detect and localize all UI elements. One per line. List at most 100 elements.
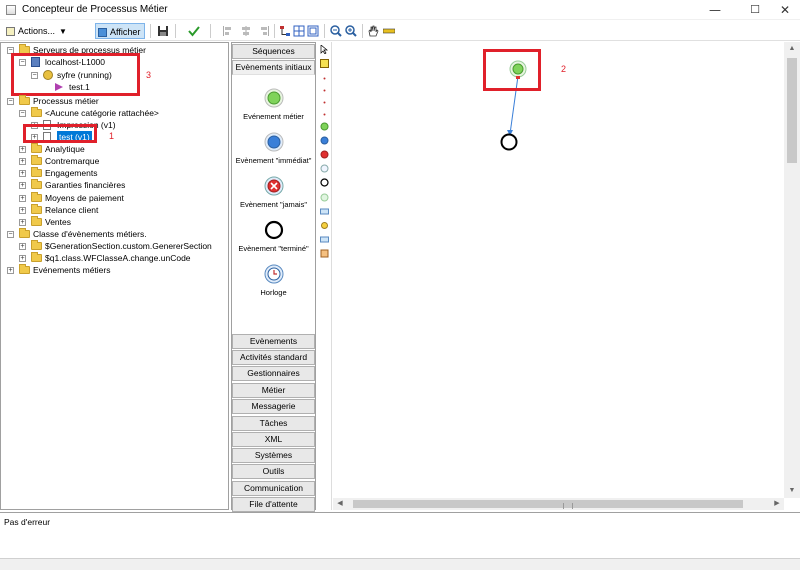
app-icon xyxy=(6,5,16,15)
zoom-in-icon[interactable] xyxy=(345,25,357,37)
afficher-label: Afficher xyxy=(110,27,141,37)
palette-tab-xml[interactable]: XML xyxy=(232,432,315,447)
folder-icon xyxy=(31,143,42,153)
element-mini-toolbar xyxy=(317,42,332,510)
save-icon[interactable] xyxy=(157,25,169,37)
process-diagram xyxy=(500,60,527,151)
never-event-small-icon[interactable] xyxy=(320,150,329,159)
minimize-button[interactable]: — xyxy=(695,0,735,20)
palette-tab-queue[interactable]: File d'attente xyxy=(232,497,315,512)
align-center-icon[interactable] xyxy=(240,25,252,37)
scroll-thumb[interactable] xyxy=(353,500,743,509)
palette-item-immediate-event[interactable]: Evènement "immédiat" xyxy=(232,132,315,165)
toolbar-separator xyxy=(362,24,363,38)
palette-item-label: Evènement "immédiat" xyxy=(235,156,312,165)
title-bar: Concepteur de Processus Métier — ☐ ✕ xyxy=(0,0,800,20)
folder-icon xyxy=(31,167,42,177)
light-event-small-icon[interactable] xyxy=(320,193,329,202)
process-canvas[interactable]: 2 xyxy=(333,42,784,498)
canvas-vertical-scrollbar[interactable]: ▲ ▼ xyxy=(784,42,800,498)
window-title: Concepteur de Processus Métier xyxy=(22,4,168,15)
scroll-down-arrow[interactable]: ▼ xyxy=(784,484,800,498)
scroll-thumb[interactable] xyxy=(787,58,797,163)
annotation-box-2 xyxy=(483,49,541,91)
scroll-grip xyxy=(563,503,573,509)
afficher-button[interactable]: Afficher xyxy=(95,23,145,39)
palette-item-business-event[interactable]: Evénement métier xyxy=(232,88,315,121)
frame-icon[interactable] xyxy=(307,25,319,37)
end-event-small-icon[interactable] xyxy=(320,178,329,187)
close-button[interactable]: ✕ xyxy=(765,0,800,20)
palette-tab-initial-events[interactable]: Evènements initiaux xyxy=(232,60,315,75)
grid-icon[interactable] xyxy=(293,25,305,37)
zoom-out-icon[interactable] xyxy=(330,25,342,37)
dot-red-icon[interactable] xyxy=(320,110,329,119)
toolbar-separator xyxy=(274,24,275,38)
start-event-small-icon[interactable] xyxy=(320,122,329,131)
actions-menu-button[interactable]: Actions... ▼ xyxy=(6,23,80,39)
palette-item-never-event[interactable]: Evènement "jamais" xyxy=(232,176,315,209)
annotation-box-1 xyxy=(23,124,97,143)
scroll-right-arrow[interactable]: ▶ xyxy=(770,498,784,510)
status-bar xyxy=(0,558,800,570)
folder-icon xyxy=(31,192,42,202)
annotation-label-2: 2 xyxy=(561,64,567,74)
note-icon[interactable] xyxy=(320,59,329,68)
palette-item-clock[interactable]: Horloge xyxy=(232,264,315,297)
dot-red-icon[interactable] xyxy=(320,74,329,83)
hand-pan-icon[interactable] xyxy=(367,25,379,37)
folder-icon xyxy=(31,216,42,226)
end-event-node[interactable] xyxy=(500,133,518,151)
scroll-up-arrow[interactable]: ▲ xyxy=(784,42,800,56)
palette-item-label: Evènement "jamais" xyxy=(239,200,308,209)
error-panel: Pas d'erreur xyxy=(0,512,800,558)
clock-icon xyxy=(264,264,283,284)
toolbar-separator xyxy=(210,24,211,38)
palette-panel: Séquences Evènements initiaux Evénement … xyxy=(231,42,316,512)
folder-icon xyxy=(31,155,42,165)
palette-tab-sequences[interactable]: Séquences xyxy=(232,44,315,59)
palette-item-label: Evènement "terminé" xyxy=(238,244,309,253)
never-event-icon xyxy=(264,176,283,196)
empty-event-small-icon[interactable] xyxy=(320,164,329,173)
start-event-icon xyxy=(264,88,283,108)
validate-check-icon[interactable] xyxy=(188,25,200,37)
gateway-small-icon[interactable] xyxy=(320,221,329,230)
palette-tab-handlers[interactable]: Gestionnaires xyxy=(232,366,315,381)
palette-tab-messaging[interactable]: Messagerie xyxy=(232,399,315,414)
canvas-horizontal-scrollbar[interactable]: ◀ ▶ xyxy=(333,498,784,510)
folder-icon xyxy=(19,95,30,105)
activity-small-icon[interactable] xyxy=(320,207,329,216)
palette-tab-communication[interactable]: Communication xyxy=(232,481,315,496)
annotation-label-3: 3 xyxy=(146,70,152,80)
actions-label: Actions... xyxy=(18,26,56,36)
palette-tab-standard-activities[interactable]: Activités standard xyxy=(232,350,315,365)
error-status-text: Pas d'erreur xyxy=(4,517,51,527)
scroll-left-arrow[interactable]: ◀ xyxy=(333,498,347,510)
dot-red-icon[interactable] xyxy=(320,86,329,95)
layout-tree-icon[interactable] xyxy=(279,25,291,37)
align-right-icon[interactable] xyxy=(258,25,270,37)
folder-icon xyxy=(19,228,30,238)
align-left-icon[interactable] xyxy=(222,25,234,37)
annotation-box-3 xyxy=(11,53,140,96)
palette-tab-tasks[interactable]: Tâches xyxy=(232,416,315,431)
folder-icon xyxy=(31,107,42,117)
immediate-event-small-icon[interactable] xyxy=(320,136,329,145)
palette-item-label: Evénement métier xyxy=(243,112,304,121)
palette-item-end-event[interactable]: Evènement "terminé" xyxy=(232,220,315,253)
immediate-event-icon xyxy=(264,132,283,152)
timer-small-icon[interactable] xyxy=(320,249,329,258)
palette-tab-events[interactable]: Evènements xyxy=(232,334,315,349)
toolbar: Actions... ▼ Afficher xyxy=(0,21,800,41)
actions-icon xyxy=(6,27,15,37)
process-tree-panel: − Serveurs de processus métier − localho… xyxy=(0,42,229,510)
palette-tab-tools[interactable]: Outils xyxy=(232,464,315,479)
bar-small-icon[interactable] xyxy=(320,235,329,244)
pointer-icon[interactable] xyxy=(320,45,329,54)
palette-tab-systems[interactable]: Systèmes xyxy=(232,448,315,463)
dot-red-icon[interactable] xyxy=(320,98,329,107)
palette-tab-business[interactable]: Métier xyxy=(232,383,315,398)
ruler-icon[interactable] xyxy=(383,25,395,37)
folder-icon xyxy=(31,252,42,262)
